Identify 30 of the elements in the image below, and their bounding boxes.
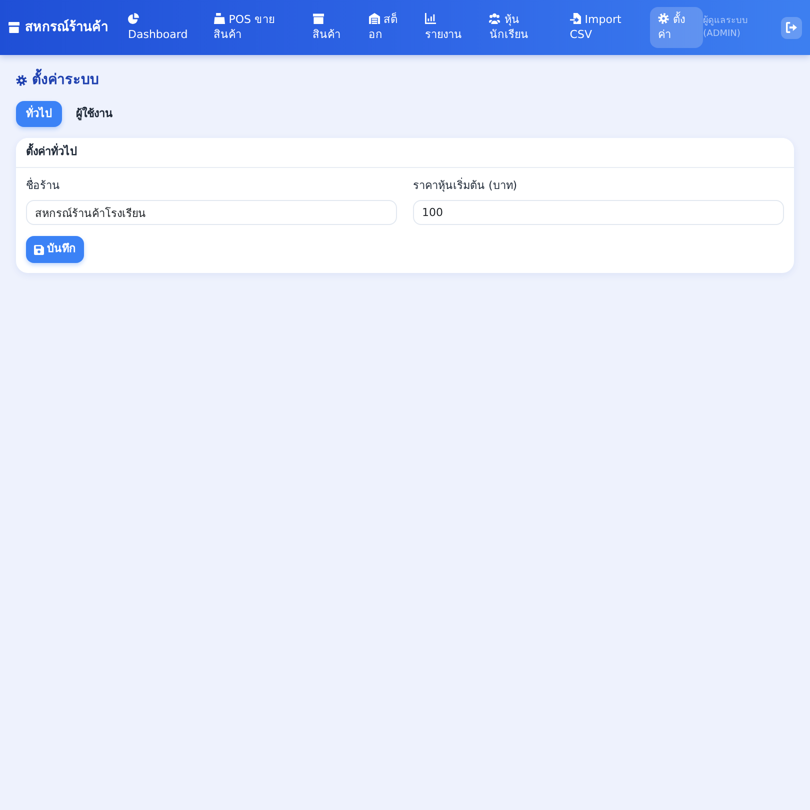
- user-name: ผู้ดูแลระบบ (ADMIN): [703, 15, 750, 40]
- file-import-icon: [570, 12, 581, 24]
- input-field[interactable]: สหกรณ์ร้านค้าโรงเรียน: [26, 200, 397, 226]
- nav-link[interactable]: สินค้า: [304, 6, 361, 48]
- users-icon: [489, 12, 500, 24]
- input-field[interactable]: 100: [413, 200, 784, 226]
- save-button[interactable]: บันทึก: [26, 236, 84, 263]
- nav-link[interactable]: ตั้งค่า: [650, 6, 704, 48]
- nav-link[interactable]: สต็อก: [360, 6, 417, 48]
- settings-icon: [658, 12, 669, 24]
- field-label: ราคาหุ้นเริ่มต้น (บาท): [413, 178, 518, 194]
- settings-icon: [16, 74, 27, 86]
- cash-register-icon: [214, 12, 225, 24]
- nav-link[interactable]: Import CSV: [562, 6, 650, 48]
- field-label: ชื่อร้าน: [26, 178, 61, 194]
- nav-link[interactable]: หุ้นนักเรียน: [481, 6, 562, 48]
- tab[interactable]: ผู้ใช้งาน: [66, 100, 123, 128]
- box-icon: [312, 12, 324, 24]
- logout-icon: [786, 22, 798, 33]
- nav-link[interactable]: รายงาน: [416, 6, 482, 48]
- nav-link[interactable]: Dashboard: [120, 6, 206, 48]
- brand-link[interactable]: สหกรณ์ร้านค้า: [8, 18, 108, 38]
- tab[interactable]: ทั่วไป: [16, 100, 62, 128]
- warehouse-icon: [368, 12, 380, 24]
- logout-button[interactable]: [781, 16, 802, 38]
- nav-link[interactable]: POS ขายสินค้า: [206, 6, 305, 48]
- store-icon: [8, 22, 20, 33]
- card-title: ตั้งค่าทั่วไป: [16, 138, 794, 168]
- bar-chart-icon: [424, 12, 436, 24]
- pie-chart-icon: [128, 12, 139, 24]
